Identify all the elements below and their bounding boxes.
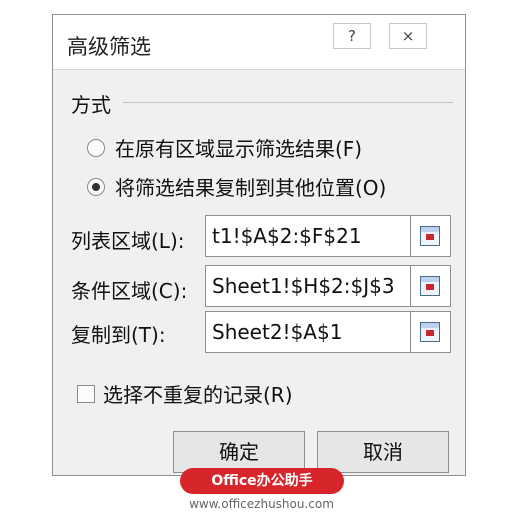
watermark-brand: Office办公助手 [180,468,344,494]
radio-in-place-label: 在原有区域显示筛选结果(F) [115,137,363,161]
radio-in-place[interactable]: 在原有区域显示筛选结果(F) [87,133,362,162]
dialog-title: 高级筛选 [67,35,151,59]
radio-copy-to-label: 将筛选结果复制到其他位置(O) [115,176,387,200]
range-selector-icon [420,322,440,342]
help-icon: ? [348,27,356,45]
unique-records-label: 选择不重复的记录(R) [103,383,293,407]
radio-copy-to[interactable]: 将筛选结果复制到其他位置(O) [87,172,386,201]
section-divider [123,102,453,103]
list-range-ref-button[interactable] [411,215,451,257]
criteria-range-ref-button[interactable] [411,265,451,307]
watermark-url: www.officezhushou.com [189,497,334,511]
help-button[interactable]: ? [333,23,371,49]
unique-records-checkbox[interactable] [77,384,95,403]
ok-button[interactable]: 确定 [173,431,305,473]
copy-to-input[interactable]: Sheet2!$A$1 [205,311,411,353]
advanced-filter-dialog: 高级筛选 ? × 方式 在原有区域显示筛选结果(F) 将筛选结果复制到其他位置(… [52,14,466,476]
title-bar: 高级筛选 ? × [53,15,465,70]
copy-to-ref-button[interactable] [411,311,451,353]
radio-copy-to-circle[interactable] [87,177,105,196]
radio-in-place-circle[interactable] [87,138,105,157]
close-button[interactable]: × [389,23,427,49]
criteria-range-label: 条件区域(C): [71,279,188,303]
criteria-range-input[interactable]: Sheet1!$H$2:$J$3 [205,265,411,307]
list-range-label: 列表区域(L): [71,229,185,253]
copy-to-label: 复制到(T): [71,323,166,347]
unique-records-option[interactable]: 选择不重复的记录(R) [77,379,293,408]
cancel-button[interactable]: 取消 [317,431,449,473]
range-selector-icon [420,226,440,246]
mode-section-label: 方式 [71,93,111,117]
list-range-input[interactable]: t1!$A$2:$F$21 [205,215,411,257]
range-selector-icon [420,276,440,296]
close-icon: × [401,27,415,45]
